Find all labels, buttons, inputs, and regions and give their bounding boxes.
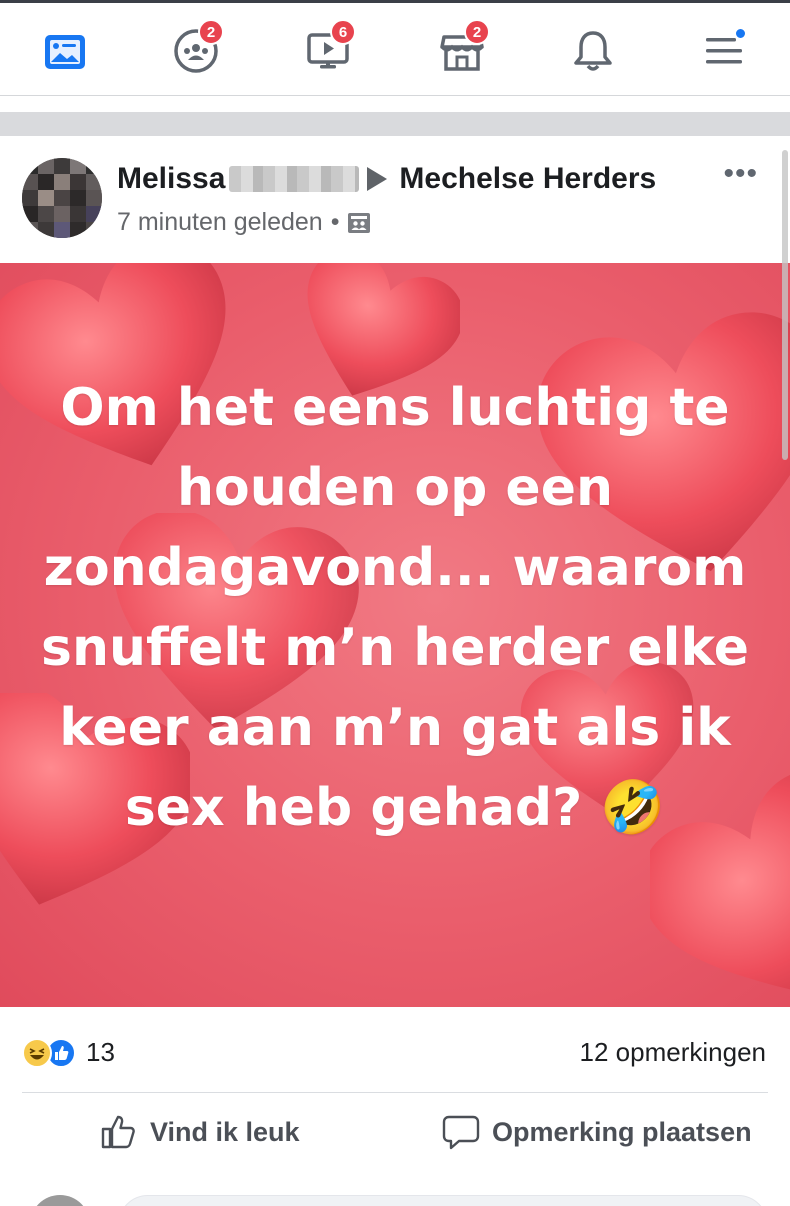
author-name[interactable]: Melissa bbox=[117, 162, 225, 196]
comments-count-link[interactable]: 12 opmerkingen bbox=[580, 1037, 766, 1068]
post-timestamp[interactable]: 7 minuten geleden bbox=[117, 208, 323, 237]
reaction-count: 13 bbox=[86, 1037, 115, 1067]
thumbs-up-icon bbox=[101, 1115, 135, 1149]
post-actions: Vind ik leuk Opmerking plaatsen bbox=[0, 1093, 790, 1183]
meta-separator: • bbox=[330, 208, 340, 236]
post-meta: 7 minuten geleden • bbox=[117, 208, 371, 237]
nav-watch[interactable]: 6 bbox=[298, 19, 358, 81]
post-background-image[interactable]: Om het eens luchtig te houden op een zon… bbox=[0, 263, 790, 1007]
nav-notifications[interactable] bbox=[563, 21, 623, 81]
bell-icon bbox=[574, 31, 612, 71]
post-header: Melissa Mechelse Herders 7 minuten geled… bbox=[0, 136, 790, 263]
top-navigation-bar: 2 6 2 bbox=[0, 0, 790, 96]
post-author-line: Melissa Mechelse Herders bbox=[117, 162, 656, 196]
news-feed-icon bbox=[45, 35, 85, 69]
post-more-options-button[interactable]: ••• bbox=[723, 159, 758, 189]
like-button[interactable]: Vind ik leuk bbox=[100, 1113, 300, 1151]
author-surname-blurred bbox=[229, 166, 360, 192]
nav-news-feed[interactable] bbox=[35, 21, 95, 81]
reactions-button[interactable]: 13 bbox=[22, 1037, 115, 1068]
comment-input[interactable] bbox=[118, 1195, 768, 1206]
haha-reaction-icon bbox=[22, 1037, 52, 1068]
feed-separator bbox=[0, 112, 790, 136]
group-audience-icon bbox=[348, 212, 371, 233]
current-user-avatar bbox=[30, 1195, 90, 1206]
groups-badge: 2 bbox=[198, 19, 224, 45]
nav-groups[interactable]: 2 bbox=[166, 19, 226, 81]
author-avatar[interactable] bbox=[22, 158, 102, 238]
reactions-summary: 13 12 opmerkingen bbox=[0, 1007, 790, 1093]
shared-to-arrow-icon bbox=[367, 167, 388, 191]
marketplace-badge: 2 bbox=[464, 19, 490, 45]
comment-label: Opmerking plaatsen bbox=[492, 1116, 752, 1147]
post-text: Om het eens luchtig te houden op een zon… bbox=[41, 378, 749, 838]
like-label: Vind ik leuk bbox=[150, 1116, 300, 1147]
nav-marketplace[interactable]: 2 bbox=[432, 19, 492, 81]
group-name[interactable]: Mechelse Herders bbox=[399, 162, 656, 196]
watch-badge: 6 bbox=[330, 19, 356, 45]
comment-button[interactable]: Opmerking plaatsen bbox=[442, 1113, 752, 1151]
comment-bubble-icon bbox=[442, 1115, 480, 1150]
scrollbar[interactable] bbox=[782, 150, 788, 460]
comment-composer bbox=[0, 1183, 790, 1206]
menu-notification-dot bbox=[734, 27, 747, 40]
nav-menu[interactable] bbox=[694, 21, 754, 81]
